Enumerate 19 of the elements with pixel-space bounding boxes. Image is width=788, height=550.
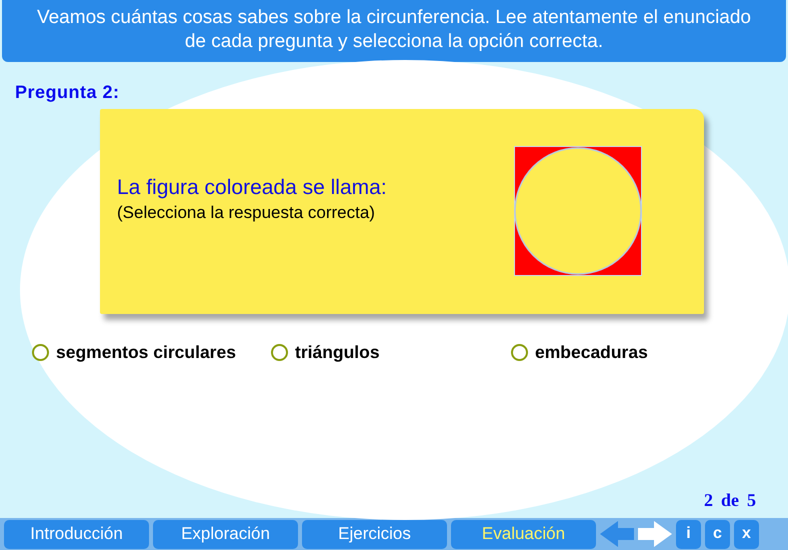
question-number: Pregunta 2: bbox=[15, 82, 121, 103]
page-separator: de bbox=[721, 490, 739, 511]
small-button[interactable]: i bbox=[676, 520, 701, 548]
nav-tab[interactable]: Exploración bbox=[153, 520, 298, 548]
small-button[interactable]: x bbox=[734, 520, 759, 548]
option-label[interactable]: triángulos bbox=[295, 342, 380, 363]
nav-tab[interactable]: Introducción bbox=[4, 520, 149, 548]
header-banner: Veamos cuántas cosas sabes sobre la circunferencia. Lee atentamente el enunciado de cada pregunta y selecciona la opción correcta. bbox=[2, 0, 786, 62]
option-label[interactable]: embecaduras bbox=[535, 342, 648, 363]
question-hint: (Selecciona la respuesta correcta) bbox=[117, 203, 376, 223]
nav-tab[interactable]: Ejercicios bbox=[302, 520, 447, 548]
forward-arrow-icon[interactable] bbox=[636, 519, 674, 549]
nav-tab[interactable]: Evaluación bbox=[451, 520, 596, 548]
page-total: 5 bbox=[747, 490, 756, 511]
option-label[interactable]: segmentos circulares bbox=[56, 342, 236, 363]
page-current: 2 bbox=[704, 490, 713, 511]
small-button[interactable]: c bbox=[705, 520, 730, 548]
back-arrow-icon[interactable] bbox=[598, 519, 636, 549]
question-prompt: La figura coloreada se llama: bbox=[117, 176, 387, 200]
